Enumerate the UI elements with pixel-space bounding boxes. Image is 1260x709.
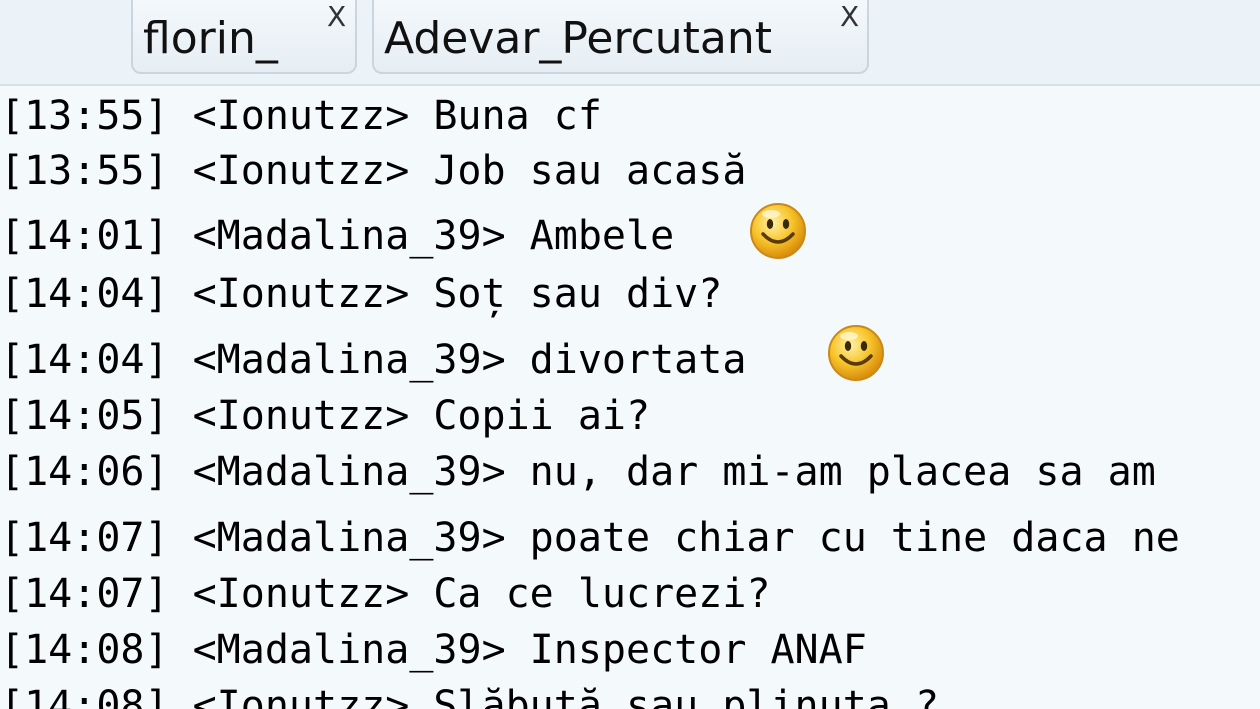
message-timestamp: [14:04]	[0, 337, 169, 383]
message-nick: <Madalina_39>	[192, 337, 506, 383]
message-timestamp: [13:55]	[0, 148, 169, 194]
message-text: divortata	[529, 337, 747, 383]
message-timestamp: [14:05]	[0, 393, 169, 439]
tab-adevar-percutant[interactable]: Adevar_Percutant X	[372, 0, 869, 74]
chat-message: [14:08] <Madalina_39> Inspector ANAF	[0, 622, 867, 678]
chat-message: [13:55] <Ionutzz> Job sau acasă	[0, 143, 746, 199]
close-icon[interactable]: X	[840, 0, 859, 34]
message-nick: <Ionutzz>	[192, 148, 410, 194]
message-text: nu, dar mi-am placea sa am	[529, 449, 1156, 495]
message-text: Copii ai?	[433, 393, 651, 439]
message-nick: <Madalina_39>	[192, 627, 506, 673]
tab-bar: florin_ X Adevar_Percutant X	[0, 0, 1260, 86]
message-nick: <Ionutzz>	[192, 393, 410, 439]
chat-message: [14:05] <Ionutzz> Copii ai?	[0, 388, 650, 444]
chat-log: [13:55] <Ionutzz> Buna cf [13:55] <Ionutzz>…	[0, 86, 1260, 709]
chat-message: [14:07] <Ionutzz> Ca ce lucrezi?	[0, 566, 770, 622]
message-text: Soț sau div?	[433, 271, 723, 317]
message-nick: <Madalina_39>	[192, 515, 506, 561]
message-text: Buna cf	[433, 93, 602, 139]
tab-florin[interactable]: florin_ X	[131, 0, 357, 74]
message-timestamp: [14:08]	[0, 627, 169, 673]
chat-message: [14:06] <Madalina_39> nu, dar mi-am placea…	[0, 444, 1156, 500]
smiley-emoticon	[828, 325, 884, 381]
chat-message: [13:55] <Ionutzz> Buna cf	[0, 88, 602, 144]
chat-message: [14:04] <Madalina_39> divortata	[0, 332, 746, 388]
close-icon[interactable]: X	[327, 0, 346, 34]
message-timestamp: [14:01]	[0, 213, 169, 259]
chat-message: [14:07] <Madalina_39> poate chiar cu tine …	[0, 510, 1180, 566]
message-nick: <Madalina_39>	[192, 449, 506, 495]
chat-message: [14:04] <Ionutzz> Soț sau div?	[0, 266, 722, 322]
message-nick: <Ionutzz>	[192, 571, 410, 617]
message-nick: <Ionutzz>	[192, 93, 410, 139]
message-timestamp: [14:08]	[0, 683, 169, 709]
smiley-emoticon	[750, 203, 806, 259]
message-timestamp: [14:04]	[0, 271, 169, 317]
message-nick: <Ionutzz>	[192, 683, 410, 709]
message-timestamp: [13:55]	[0, 93, 169, 139]
tab-label: Adevar_Percutant	[384, 13, 773, 64]
chat-window: florin_ X Adevar_Percutant X [13:55] <Ion…	[0, 0, 1260, 709]
tab-label: florin_	[143, 13, 278, 64]
message-text: Inspector ANAF	[529, 627, 867, 673]
message-timestamp: [14:07]	[0, 515, 169, 561]
message-text: Ambele	[529, 213, 675, 259]
message-text: Slăbuță sau plinuta ?	[433, 683, 940, 709]
message-nick: <Ionutzz>	[192, 271, 410, 317]
message-nick: <Madalina_39>	[192, 213, 506, 259]
chat-message: [14:01] <Madalina_39> Ambele	[0, 208, 674, 264]
message-text: Job sau acasă	[433, 148, 747, 194]
chat-message: [14:08] <Ionutzz> Slăbuță sau plinuta ?	[0, 678, 939, 709]
message-text: Ca ce lucrezi?	[433, 571, 771, 617]
message-text: poate chiar cu tine daca ne	[529, 515, 1180, 561]
message-timestamp: [14:06]	[0, 449, 169, 495]
message-timestamp: [14:07]	[0, 571, 169, 617]
